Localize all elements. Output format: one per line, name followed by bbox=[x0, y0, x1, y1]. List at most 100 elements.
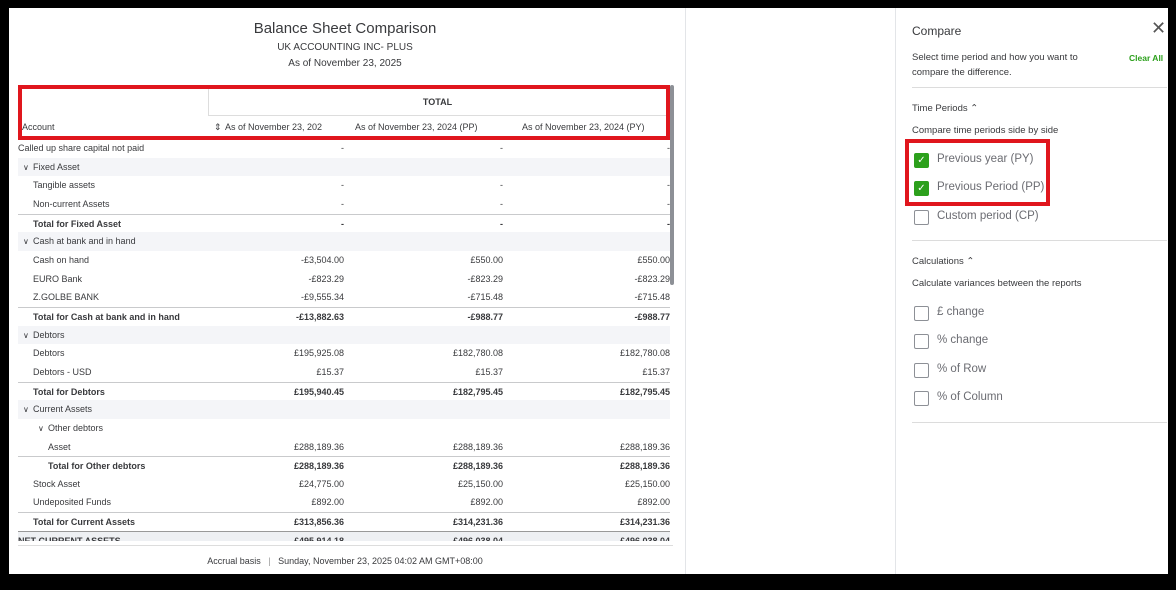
column-header-py[interactable]: As of November 23, 2024 (PY) bbox=[522, 117, 645, 137]
row-label: Current Assets bbox=[33, 404, 93, 415]
table-row[interactable]: ∨ Cash at bank and in hand bbox=[18, 232, 670, 251]
checkbox[interactable] bbox=[914, 391, 929, 406]
table-row: Called up share capital not paid - - - bbox=[18, 139, 670, 158]
divider bbox=[18, 545, 673, 546]
checkbox-label[interactable]: Custom period (CP) bbox=[937, 210, 1039, 222]
table-header: TOTAL Account ⇕ As of November 23, 202 A… bbox=[18, 85, 670, 140]
row-value: £182,795.45 bbox=[619, 386, 670, 397]
row-value: £496,038.04 bbox=[619, 535, 670, 541]
checkbox-label[interactable]: % change bbox=[937, 334, 988, 346]
report-date: As of November 23, 2025 bbox=[288, 58, 402, 69]
row-value: -£715.48 bbox=[467, 292, 503, 303]
time-periods-heading: Time Periods bbox=[912, 103, 968, 114]
checkbox-label[interactable]: % of Column bbox=[937, 391, 1003, 403]
checkbox-label[interactable]: % of Row bbox=[937, 363, 986, 375]
checkbox[interactable] bbox=[914, 306, 929, 321]
row-label: Total for Current Assets bbox=[33, 517, 136, 528]
column-header-current[interactable]: As of November 23, 202 bbox=[225, 117, 322, 137]
checkbox[interactable] bbox=[914, 334, 929, 349]
scrollbar[interactable] bbox=[670, 85, 674, 285]
row-value: -£715.48 bbox=[634, 292, 670, 303]
table-row[interactable]: ∨ Other debtors bbox=[18, 419, 670, 438]
row-value: £313,856.36 bbox=[293, 517, 344, 528]
row-value: £495,914.18 bbox=[293, 535, 344, 541]
panel-title: Compare bbox=[912, 24, 962, 38]
chevron-up-icon: ⌃ bbox=[970, 103, 979, 114]
table-row: NET CURRENT ASSETS £495,914.18 £496,038.04… bbox=[18, 530, 670, 541]
checkbox-label[interactable]: £ change bbox=[937, 306, 984, 318]
row-value: -£823.29 bbox=[308, 273, 344, 284]
row-label: Debtors bbox=[33, 329, 65, 340]
row-value: - bbox=[341, 180, 344, 191]
chevron-down-icon[interactable]: ∨ bbox=[23, 159, 33, 178]
row-value: £892.00 bbox=[311, 497, 344, 508]
row-value: £288,189.36 bbox=[619, 441, 670, 452]
calculations-heading: Calculations bbox=[912, 256, 964, 267]
row-label: Total for Cash at bank and in hand bbox=[33, 311, 180, 322]
row-label: Asset bbox=[48, 441, 71, 452]
row-label: Called up share capital not paid bbox=[18, 143, 145, 153]
row-value: - bbox=[500, 198, 503, 209]
table-row: Total for Cash at bank and in hand -£13,8… bbox=[18, 306, 670, 326]
checkbox[interactable] bbox=[914, 210, 929, 225]
row-label: Non-current Assets bbox=[33, 198, 110, 209]
time-periods-subtitle: Compare time periods side by side bbox=[912, 125, 1059, 136]
row-value: - bbox=[667, 143, 670, 153]
row-value: - bbox=[500, 218, 503, 229]
row-value: £25,150.00 bbox=[457, 478, 503, 489]
clear-all-link[interactable]: Clear All bbox=[1129, 53, 1163, 63]
report-footer: Accrual basis | Sunday, November 23, 202… bbox=[9, 556, 681, 566]
row-value: £24,775.00 bbox=[298, 478, 344, 489]
column-header-pp[interactable]: As of November 23, 2024 (PP) bbox=[355, 117, 478, 137]
column-header-account[interactable]: Account bbox=[22, 117, 55, 137]
row-value: -£9,555.34 bbox=[300, 292, 344, 303]
table-row: Non-current Assets - - - bbox=[18, 195, 670, 214]
table-row: Asset £288,189.36 £288,189.36 £288,189.36 bbox=[18, 438, 670, 457]
row-label: Cash on hand bbox=[33, 254, 90, 265]
chevron-up-icon: ⌃ bbox=[966, 256, 975, 267]
sort-icon[interactable]: ⇕ bbox=[214, 117, 222, 137]
row-value: £288,189.36 bbox=[452, 461, 503, 472]
timestamp-text: Sunday, November 23, 2025 04:02 AM GMT+0… bbox=[278, 556, 483, 566]
checkbox[interactable] bbox=[914, 363, 929, 378]
row-label: Cash at bank and in hand bbox=[33, 236, 136, 247]
row-value: £195,940.45 bbox=[293, 386, 344, 397]
report-pane: Balance Sheet Comparison UK ACCOUNTING I… bbox=[9, 8, 686, 574]
row-value: -£3,504.00 bbox=[300, 254, 344, 265]
row-value: £288,189.36 bbox=[293, 461, 344, 472]
row-label: Debtors - USD bbox=[33, 366, 92, 377]
row-value: £15.37 bbox=[475, 366, 503, 377]
row-value: £496,038.04 bbox=[452, 535, 503, 541]
row-label: Total for Fixed Asset bbox=[33, 218, 122, 229]
table-row[interactable]: ∨ Debtors bbox=[18, 325, 670, 346]
row-value: £25,150.00 bbox=[624, 478, 670, 489]
calculations-subtitle: Calculate variances between the reports bbox=[912, 278, 1082, 289]
row-label: Other debtors bbox=[48, 422, 104, 433]
table-row: Total for Debtors £195,940.45 £182,795.45 £… bbox=[18, 381, 670, 401]
row-value: - bbox=[667, 180, 670, 191]
table-row: Debtors £195,925.08 £182,780.08 £182,780.08 bbox=[18, 344, 670, 363]
row-value: £195,925.08 bbox=[293, 348, 344, 359]
table-row: Total for Current Assets £313,856.36 £314,… bbox=[18, 512, 670, 531]
row-value: -£988.77 bbox=[634, 311, 670, 322]
chevron-down-icon[interactable]: ∨ bbox=[23, 233, 33, 252]
time-periods-toggle[interactable]: Time Periods ⌃ bbox=[912, 103, 978, 114]
table-row[interactable]: ∨ Current Assets bbox=[18, 400, 670, 419]
row-value: - bbox=[500, 180, 503, 191]
table-row: Total for Fixed Asset - - - bbox=[18, 213, 670, 233]
table-row: Total for Other debtors £288,189.36 £288,1… bbox=[18, 456, 670, 475]
chevron-down-icon[interactable]: ∨ bbox=[23, 327, 33, 346]
chevron-down-icon[interactable]: ∨ bbox=[23, 401, 33, 420]
table-row[interactable]: ∨ Fixed Asset bbox=[18, 157, 670, 178]
calculations-toggle[interactable]: Calculations ⌃ bbox=[912, 256, 974, 267]
row-value: £314,231.36 bbox=[452, 517, 503, 528]
row-value: £182,795.45 bbox=[452, 386, 503, 397]
report-title: Balance Sheet Comparison bbox=[253, 20, 437, 37]
row-label: Total for Other debtors bbox=[48, 461, 146, 472]
row-value: - bbox=[341, 198, 344, 209]
close-icon[interactable]: ✕ bbox=[1151, 18, 1166, 39]
row-value: £288,189.36 bbox=[293, 441, 344, 452]
chevron-down-icon[interactable]: ∨ bbox=[38, 420, 48, 439]
row-value: - bbox=[500, 143, 503, 153]
row-label: Tangible assets bbox=[33, 180, 96, 191]
